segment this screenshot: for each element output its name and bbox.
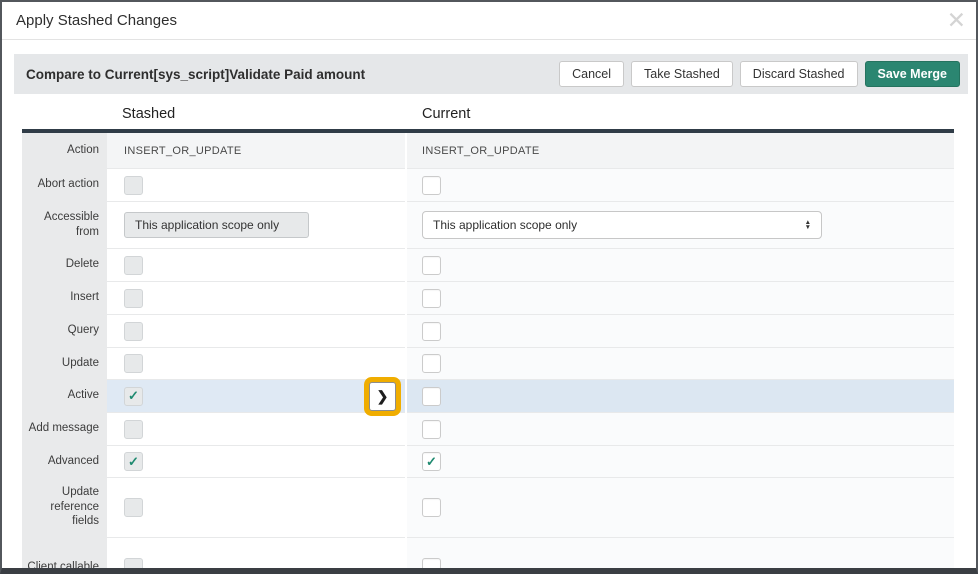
select-arrows-icon: ▲ ▼ bbox=[805, 220, 811, 230]
column-header-current: Current bbox=[422, 106, 470, 122]
current-checkbox[interactable]: ✓ bbox=[422, 558, 441, 574]
discard-stashed-button[interactable]: Discard Stashed bbox=[740, 61, 858, 87]
stashed-checkbox: ✓ bbox=[124, 558, 143, 574]
table-row-update: Update ✓ ✓ bbox=[22, 347, 954, 379]
cancel-button[interactable]: Cancel bbox=[559, 61, 624, 87]
table-row-insert: Insert ✓ ✓ bbox=[22, 281, 954, 314]
compare-title: Compare to Current[sys_script]Validate P… bbox=[26, 67, 552, 82]
table-row-update-reference-fields: Update reference fields ✓ ✓ bbox=[22, 477, 954, 537]
row-label: Client callable bbox=[22, 537, 107, 574]
stashed-checkbox: ✓ bbox=[124, 289, 143, 308]
current-checkbox[interactable]: ✓ bbox=[422, 256, 441, 275]
row-label: Insert bbox=[22, 281, 107, 314]
table-row-delete: Delete ✓ ✓ bbox=[22, 248, 954, 281]
stashed-value: INSERT_OR_UPDATE bbox=[124, 145, 241, 157]
column-header-stashed: Stashed bbox=[122, 106, 175, 122]
compare-toolbar: Compare to Current[sys_script]Validate P… bbox=[14, 54, 968, 94]
table-row-advanced: Advanced ✓ ✓ bbox=[22, 445, 954, 477]
stashed-checkbox: ✓ bbox=[124, 387, 143, 406]
stashed-checkbox: ✓ bbox=[124, 354, 143, 373]
current-select-value: This application scope only bbox=[433, 218, 577, 232]
apply-stashed-changes-dialog: Apply Stashed Changes ✕ Compare to Curre… bbox=[0, 0, 978, 574]
current-checkbox[interactable]: ✓ bbox=[422, 354, 441, 373]
stashed-select: This application scope only bbox=[124, 212, 309, 238]
row-label: Delete bbox=[22, 248, 107, 281]
current-checkbox[interactable]: ✓ bbox=[422, 176, 441, 195]
stashed-checkbox: ✓ bbox=[124, 498, 143, 517]
dialog-header: Apply Stashed Changes ✕ bbox=[2, 2, 976, 40]
current-checkbox[interactable]: ✓ bbox=[422, 420, 441, 439]
stashed-checkbox: ✓ bbox=[124, 452, 143, 471]
row-label: Accessible from bbox=[22, 201, 107, 248]
row-label: Abort action bbox=[22, 168, 107, 201]
current-select[interactable]: This application scope only ▲ ▼ bbox=[422, 211, 822, 239]
table-row-accessible-from: Accessible from This application scope o… bbox=[22, 201, 954, 248]
stashed-checkbox: ✓ bbox=[124, 256, 143, 275]
table-row-abort-action: Abort action ✓ ✓ bbox=[22, 168, 954, 201]
table-row-action: Action INSERT_OR_UPDATE INSERT_OR_UPDATE bbox=[22, 133, 954, 168]
row-label: Add message bbox=[22, 412, 107, 445]
row-label: Update reference fields bbox=[22, 477, 107, 537]
table-row-query: Query ✓ ✓ bbox=[22, 314, 954, 347]
row-label: Active bbox=[22, 379, 107, 412]
row-label: Advanced bbox=[22, 445, 107, 477]
stashed-checkbox: ✓ bbox=[124, 176, 143, 195]
take-stashed-button[interactable]: Take Stashed bbox=[631, 61, 733, 87]
row-label: Update bbox=[22, 347, 107, 379]
merge-arrow-button[interactable]: ❯ bbox=[369, 382, 396, 411]
current-checkbox[interactable]: ✓ bbox=[422, 452, 441, 471]
dialog-title: Apply Stashed Changes bbox=[16, 12, 177, 29]
stashed-checkbox: ✓ bbox=[124, 322, 143, 341]
stashed-select-value: This application scope only bbox=[135, 218, 279, 232]
table-row-add-message: Add message ✓ ✓ bbox=[22, 412, 954, 445]
row-label: Action bbox=[22, 133, 107, 168]
table-row-client-callable: Client callable ✓ ✓ bbox=[22, 537, 954, 574]
row-label: Query bbox=[22, 314, 107, 347]
current-value: INSERT_OR_UPDATE bbox=[422, 145, 539, 157]
comparison-table: Action INSERT_OR_UPDATE INSERT_OR_UPDATE… bbox=[22, 129, 954, 574]
current-checkbox[interactable]: ✓ bbox=[422, 387, 441, 406]
current-checkbox[interactable]: ✓ bbox=[422, 289, 441, 308]
stashed-checkbox: ✓ bbox=[124, 420, 143, 439]
current-checkbox[interactable]: ✓ bbox=[422, 498, 441, 517]
close-icon[interactable]: ✕ bbox=[947, 6, 966, 34]
save-merge-button[interactable]: Save Merge bbox=[865, 61, 960, 87]
table-row-active: Active ✓ ❯ ✓ bbox=[22, 379, 954, 412]
current-checkbox[interactable]: ✓ bbox=[422, 322, 441, 341]
